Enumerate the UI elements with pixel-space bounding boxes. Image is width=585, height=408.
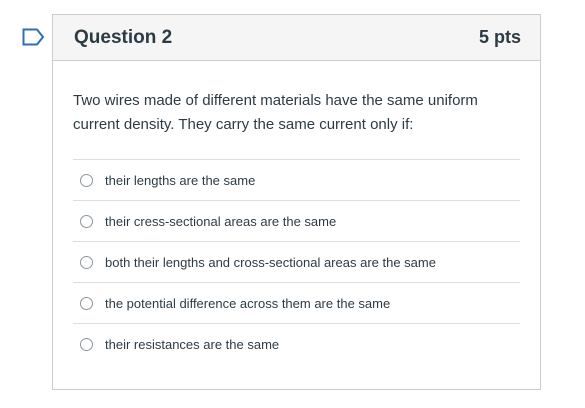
answer-option[interactable]: the potential difference across them are… bbox=[73, 283, 520, 324]
answer-option[interactable]: both their lengths and cross-sectional a… bbox=[73, 242, 520, 283]
radio-button[interactable] bbox=[80, 296, 93, 310]
radio-button[interactable] bbox=[80, 338, 93, 351]
answer-option[interactable]: their resistances are the same bbox=[73, 324, 520, 365]
answer-label: their lengths are the same bbox=[105, 172, 256, 188]
answer-label: both their lengths and cross-sectional a… bbox=[105, 254, 436, 270]
answer-label: their cress-sectional areas are the same bbox=[105, 213, 337, 229]
answer-list: their lengths are the same their cress-s… bbox=[73, 159, 520, 365]
question-body: Two wires made of different materials ha… bbox=[53, 61, 540, 365]
radio-button[interactable] bbox=[80, 255, 93, 269]
question-points: 5 pts bbox=[478, 27, 521, 47]
question-title: Question 2 bbox=[74, 26, 173, 48]
answer-label: their resistances are the same bbox=[105, 337, 280, 352]
answer-option[interactable]: their lengths are the same bbox=[73, 160, 520, 201]
answer-label: the potential difference across them are… bbox=[105, 295, 391, 311]
radio-button[interactable] bbox=[80, 173, 93, 187]
answer-option[interactable]: their cress-sectional areas are the same bbox=[73, 201, 520, 242]
question-text: Two wires made of different materials ha… bbox=[73, 92, 478, 133]
flag-question-icon[interactable] bbox=[22, 28, 46, 46]
radio-button[interactable] bbox=[80, 214, 93, 228]
question-card: Question 2 5 pts Two wires made of diffe… bbox=[52, 14, 541, 390]
question-header: Question 2 5 pts bbox=[53, 15, 540, 61]
